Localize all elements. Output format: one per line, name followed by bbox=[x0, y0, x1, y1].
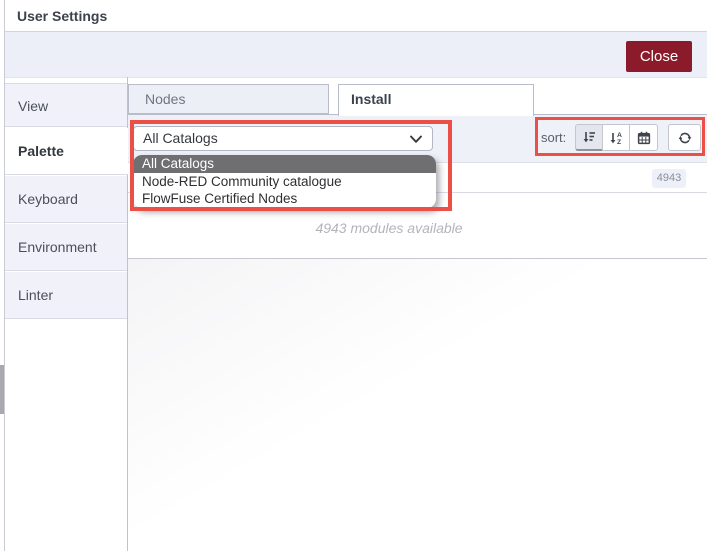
sidebar-item-linter[interactable]: Linter bbox=[5, 272, 127, 319]
tab-nodes[interactable]: Nodes bbox=[128, 84, 329, 114]
modules-available-text: 4943 modules available bbox=[315, 220, 463, 236]
dropdown-option-all-catalogs[interactable]: All Catalogs bbox=[133, 155, 436, 173]
svg-text:Z: Z bbox=[617, 139, 621, 145]
sidebar-item-palette[interactable]: Palette bbox=[5, 128, 128, 175]
dialog-header bbox=[5, 0, 707, 32]
module-count-badge: 4943 bbox=[652, 169, 686, 188]
dialog-button-row bbox=[5, 32, 707, 78]
catalog-dropdown: All Catalogs Node-RED Community catalogu… bbox=[133, 155, 436, 208]
sidebar-item-environment[interactable]: Environment bbox=[5, 224, 127, 271]
tab-install[interactable]: Install bbox=[338, 84, 534, 116]
close-button[interactable]: Close bbox=[626, 41, 692, 72]
sort-alpha-icon: A Z bbox=[609, 131, 623, 145]
sort-date-button[interactable] bbox=[629, 124, 658, 151]
catalog-select[interactable]: All Catalogs bbox=[133, 126, 433, 151]
chevron-down-icon bbox=[409, 135, 423, 144]
refresh-icon bbox=[677, 130, 693, 146]
sort-amount-button[interactable] bbox=[575, 124, 603, 151]
catalog-select-value: All Catalogs bbox=[143, 130, 218, 146]
calendar-icon bbox=[637, 131, 651, 145]
module-list-empty-area bbox=[128, 259, 707, 551]
sort-amount-desc-icon bbox=[582, 130, 596, 144]
sidebar-item-keyboard[interactable]: Keyboard bbox=[5, 176, 127, 223]
refresh-button[interactable] bbox=[668, 124, 701, 151]
sidebar-item-view[interactable]: View bbox=[5, 83, 127, 127]
dropdown-option-nodered-community[interactable]: Node-RED Community catalogue bbox=[133, 173, 436, 190]
dropdown-option-flowfuse-certified[interactable]: FlowFuse Certified Nodes bbox=[133, 190, 436, 207]
sort-alpha-button[interactable]: A Z bbox=[602, 124, 630, 151]
sort-label: sort: bbox=[541, 130, 567, 145]
dialog-title: User Settings bbox=[17, 8, 108, 24]
svg-text:A: A bbox=[617, 132, 622, 139]
user-settings-dialog: User Settings Close View Palette Keyboar… bbox=[0, 0, 707, 551]
